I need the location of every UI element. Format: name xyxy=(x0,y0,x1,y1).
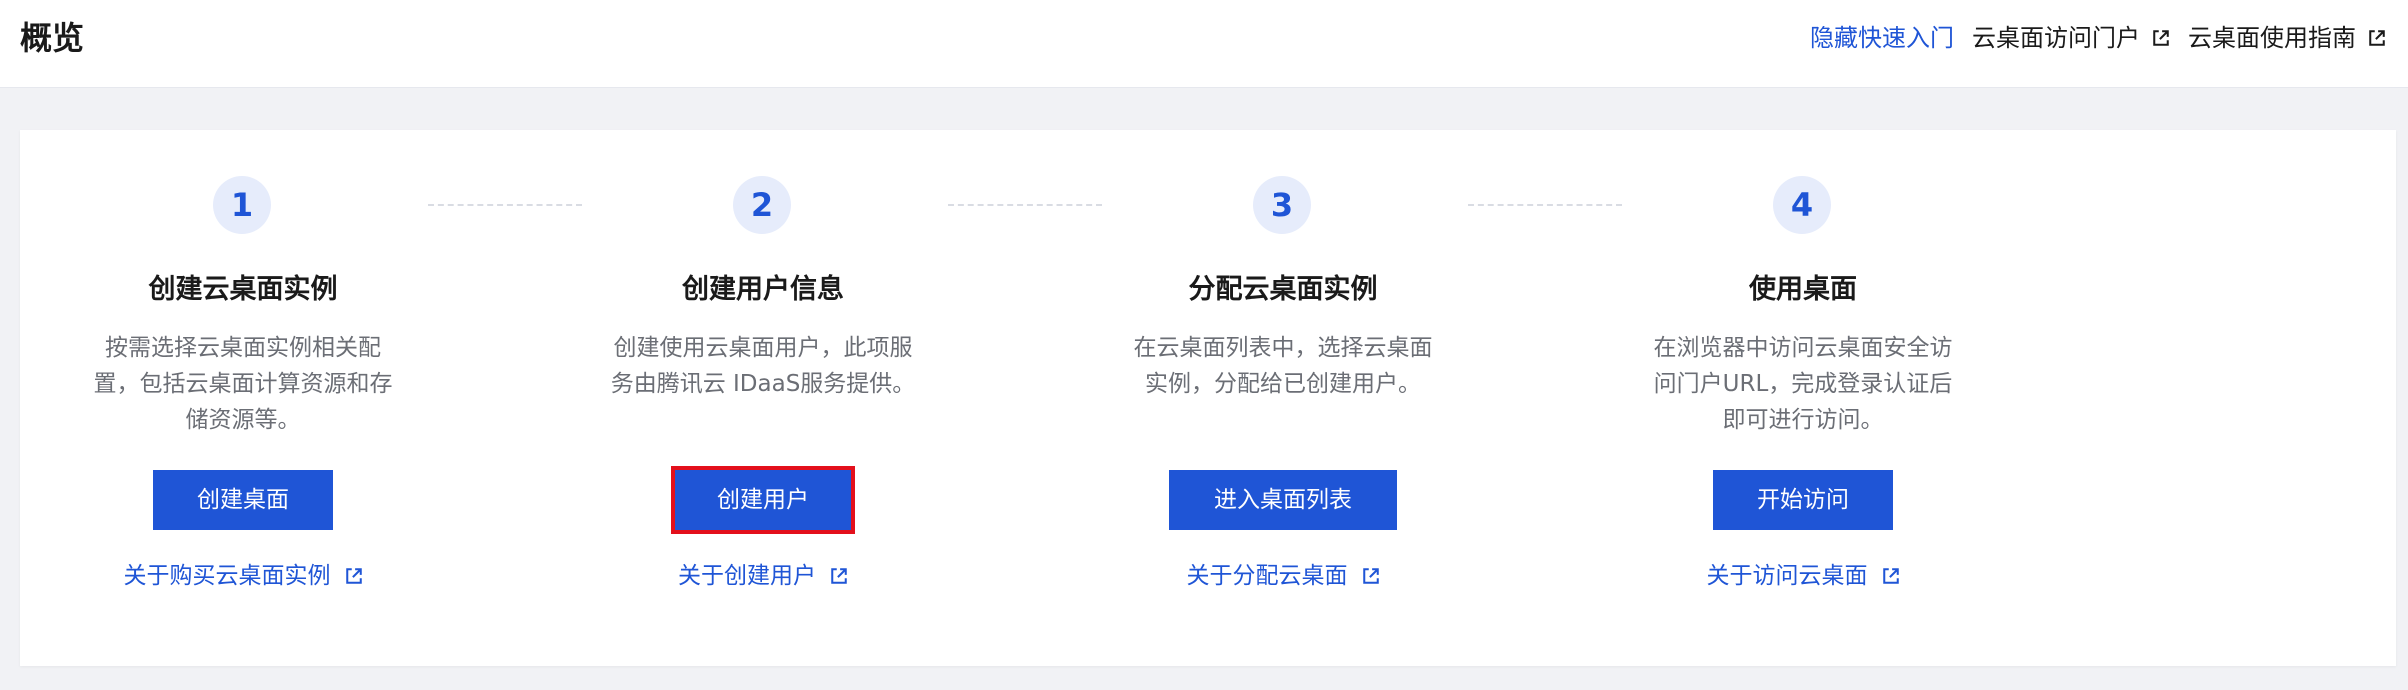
about-create-user-label: 关于创建用户 xyxy=(678,563,816,589)
step-number: 1 xyxy=(213,176,271,234)
external-link-icon xyxy=(345,567,363,585)
step-connector xyxy=(428,204,582,206)
external-link-icon xyxy=(2152,29,2170,47)
step-title: 创建用户信息 xyxy=(682,274,844,305)
about-access-label: 关于访问云桌面 xyxy=(1706,563,1868,589)
step-connector xyxy=(948,204,1102,206)
step-description: 按需选择云桌面实例相关配置，包括云桌面计算资源和存储资源等。 xyxy=(93,335,393,433)
desktop-list-button[interactable]: 进入桌面列表 xyxy=(1169,470,1397,530)
about-purchase-label: 关于购买云桌面实例 xyxy=(123,563,331,589)
desktop-portal-link[interactable]: 云桌面访问门户 xyxy=(1972,18,2170,58)
quickstart-card: 1 创建云桌面实例 按需选择云桌面实例相关配置，包括云桌面计算资源和存储资源等。… xyxy=(20,130,2396,666)
usage-guide-link[interactable]: 云桌面使用指南 xyxy=(2188,18,2386,58)
desktop-portal-label: 云桌面访问门户 xyxy=(1972,24,2140,52)
create-desktop-button[interactable]: 创建桌面 xyxy=(153,470,333,530)
step-number: 4 xyxy=(1773,176,1831,234)
external-link-icon xyxy=(1882,567,1900,585)
external-link-icon xyxy=(1362,567,1380,585)
about-create-user-link[interactable]: 关于创建用户 xyxy=(583,558,943,594)
about-assign-label: 关于分配云桌面 xyxy=(1186,563,1348,589)
hide-quickstart-label: 隐藏快速入门 xyxy=(1810,24,1954,52)
step-connector xyxy=(1468,204,1622,206)
step-description: 在云桌面列表中，选择云桌面实例，分配给已创建用户。 xyxy=(1133,335,1433,397)
step-description: 在浏览器中访问云桌面安全访问门户URL，完成登录认证后即可进行访问。 xyxy=(1653,335,1953,433)
step-title: 创建云桌面实例 xyxy=(148,274,338,305)
about-access-link[interactable]: 关于访问云桌面 xyxy=(1623,558,1983,594)
hide-quickstart-link[interactable]: 隐藏快速入门 xyxy=(1810,18,1954,58)
about-purchase-link[interactable]: 关于购买云桌面实例 xyxy=(63,558,423,594)
header-links: 隐藏快速入门 云桌面访问门户 云桌面使用指南 xyxy=(1810,18,2386,58)
step-number: 2 xyxy=(733,176,791,234)
step-number: 3 xyxy=(1253,176,1311,234)
create-user-button[interactable]: 创建用户 xyxy=(671,466,855,534)
usage-guide-label: 云桌面使用指南 xyxy=(2188,24,2356,52)
external-link-icon xyxy=(2368,29,2386,47)
top-bar: 概览 隐藏快速入门 云桌面访问门户 云桌面使用指南 xyxy=(0,0,2408,88)
page-title: 概览 xyxy=(20,19,85,57)
step-title: 使用桌面 xyxy=(1749,274,1857,305)
step-description: 创建使用云桌面用户，此项服务由腾讯云 IDaaS服务提供。 xyxy=(610,335,916,397)
step-title: 分配云桌面实例 xyxy=(1188,274,1378,305)
about-assign-link[interactable]: 关于分配云桌面 xyxy=(1103,558,1463,594)
start-access-button[interactable]: 开始访问 xyxy=(1713,470,1893,530)
external-link-icon xyxy=(830,567,848,585)
